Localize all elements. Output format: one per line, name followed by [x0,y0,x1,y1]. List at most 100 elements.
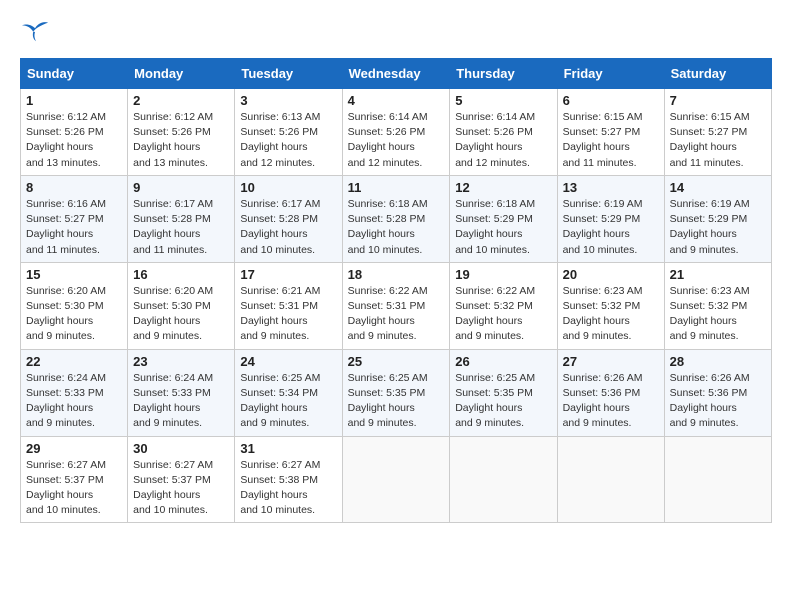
day-number: 14 [670,180,766,195]
day-number: 28 [670,354,766,369]
calendar-cell: 10 Sunrise: 6:17 AM Sunset: 5:28 PM Dayl… [235,175,342,262]
day-info: Sunrise: 6:12 AM Sunset: 5:26 PM Dayligh… [26,110,122,171]
day-number: 10 [240,180,336,195]
day-number: 8 [26,180,122,195]
calendar-cell: 9 Sunrise: 6:17 AM Sunset: 5:28 PM Dayli… [128,175,235,262]
day-info: Sunrise: 6:12 AM Sunset: 5:26 PM Dayligh… [133,110,229,171]
calendar-cell: 2 Sunrise: 6:12 AM Sunset: 5:26 PM Dayli… [128,89,235,176]
day-info: Sunrise: 6:19 AM Sunset: 5:29 PM Dayligh… [563,197,659,258]
day-info: Sunrise: 6:21 AM Sunset: 5:31 PM Dayligh… [240,284,336,345]
day-info: Sunrise: 6:24 AM Sunset: 5:33 PM Dayligh… [26,371,122,432]
calendar-header-sunday: Sunday [21,59,128,89]
calendar-week-row: 22 Sunrise: 6:24 AM Sunset: 5:33 PM Dayl… [21,349,772,436]
day-info: Sunrise: 6:17 AM Sunset: 5:28 PM Dayligh… [133,197,229,258]
day-info: Sunrise: 6:26 AM Sunset: 5:36 PM Dayligh… [670,371,766,432]
day-number: 6 [563,93,659,108]
day-number: 9 [133,180,229,195]
day-number: 25 [348,354,445,369]
calendar-cell: 13 Sunrise: 6:19 AM Sunset: 5:29 PM Dayl… [557,175,664,262]
day-number: 1 [26,93,122,108]
day-info: Sunrise: 6:27 AM Sunset: 5:37 PM Dayligh… [133,458,229,519]
day-number: 3 [240,93,336,108]
calendar-cell: 3 Sunrise: 6:13 AM Sunset: 5:26 PM Dayli… [235,89,342,176]
page-header [20,20,772,42]
day-info: Sunrise: 6:13 AM Sunset: 5:26 PM Dayligh… [240,110,336,171]
calendar-cell: 27 Sunrise: 6:26 AM Sunset: 5:36 PM Dayl… [557,349,664,436]
day-info: Sunrise: 6:22 AM Sunset: 5:31 PM Dayligh… [348,284,445,345]
day-info: Sunrise: 6:27 AM Sunset: 5:38 PM Dayligh… [240,458,336,519]
day-info: Sunrise: 6:16 AM Sunset: 5:27 PM Dayligh… [26,197,122,258]
day-number: 4 [348,93,445,108]
calendar-cell: 7 Sunrise: 6:15 AM Sunset: 5:27 PM Dayli… [664,89,771,176]
day-number: 24 [240,354,336,369]
calendar-week-row: 1 Sunrise: 6:12 AM Sunset: 5:26 PM Dayli… [21,89,772,176]
calendar-cell: 6 Sunrise: 6:15 AM Sunset: 5:27 PM Dayli… [557,89,664,176]
calendar-cell: 28 Sunrise: 6:26 AM Sunset: 5:36 PM Dayl… [664,349,771,436]
calendar-cell: 12 Sunrise: 6:18 AM Sunset: 5:29 PM Dayl… [450,175,557,262]
calendar-header-monday: Monday [128,59,235,89]
day-info: Sunrise: 6:23 AM Sunset: 5:32 PM Dayligh… [563,284,659,345]
day-info: Sunrise: 6:24 AM Sunset: 5:33 PM Dayligh… [133,371,229,432]
day-info: Sunrise: 6:27 AM Sunset: 5:37 PM Dayligh… [26,458,122,519]
day-number: 22 [26,354,122,369]
day-number: 15 [26,267,122,282]
day-info: Sunrise: 6:18 AM Sunset: 5:28 PM Dayligh… [348,197,445,258]
day-info: Sunrise: 6:23 AM Sunset: 5:32 PM Dayligh… [670,284,766,345]
day-number: 30 [133,441,229,456]
calendar-cell: 1 Sunrise: 6:12 AM Sunset: 5:26 PM Dayli… [21,89,128,176]
day-number: 7 [670,93,766,108]
day-number: 29 [26,441,122,456]
day-info: Sunrise: 6:25 AM Sunset: 5:35 PM Dayligh… [455,371,551,432]
calendar-cell: 14 Sunrise: 6:19 AM Sunset: 5:29 PM Dayl… [664,175,771,262]
day-number: 27 [563,354,659,369]
calendar-cell: 8 Sunrise: 6:16 AM Sunset: 5:27 PM Dayli… [21,175,128,262]
calendar-cell: 21 Sunrise: 6:23 AM Sunset: 5:32 PM Dayl… [664,262,771,349]
day-number: 31 [240,441,336,456]
calendar-header-thursday: Thursday [450,59,557,89]
day-number: 23 [133,354,229,369]
day-number: 18 [348,267,445,282]
day-info: Sunrise: 6:19 AM Sunset: 5:29 PM Dayligh… [670,197,766,258]
day-info: Sunrise: 6:22 AM Sunset: 5:32 PM Dayligh… [455,284,551,345]
calendar-body: 1 Sunrise: 6:12 AM Sunset: 5:26 PM Dayli… [21,89,772,523]
calendar-cell [450,436,557,523]
day-number: 21 [670,267,766,282]
calendar-header-tuesday: Tuesday [235,59,342,89]
calendar-cell: 22 Sunrise: 6:24 AM Sunset: 5:33 PM Dayl… [21,349,128,436]
day-number: 2 [133,93,229,108]
calendar-cell: 4 Sunrise: 6:14 AM Sunset: 5:26 PM Dayli… [342,89,450,176]
calendar-cell [557,436,664,523]
day-info: Sunrise: 6:15 AM Sunset: 5:27 PM Dayligh… [563,110,659,171]
calendar-week-row: 8 Sunrise: 6:16 AM Sunset: 5:27 PM Dayli… [21,175,772,262]
calendar-week-row: 15 Sunrise: 6:20 AM Sunset: 5:30 PM Dayl… [21,262,772,349]
calendar-cell: 19 Sunrise: 6:22 AM Sunset: 5:32 PM Dayl… [450,262,557,349]
day-number: 12 [455,180,551,195]
calendar-cell: 16 Sunrise: 6:20 AM Sunset: 5:30 PM Dayl… [128,262,235,349]
calendar-table: SundayMondayTuesdayWednesdayThursdayFrid… [20,58,772,523]
day-number: 11 [348,180,445,195]
day-number: 19 [455,267,551,282]
day-number: 13 [563,180,659,195]
calendar-cell: 26 Sunrise: 6:25 AM Sunset: 5:35 PM Dayl… [450,349,557,436]
day-info: Sunrise: 6:20 AM Sunset: 5:30 PM Dayligh… [26,284,122,345]
day-info: Sunrise: 6:17 AM Sunset: 5:28 PM Dayligh… [240,197,336,258]
day-number: 16 [133,267,229,282]
calendar-cell: 31 Sunrise: 6:27 AM Sunset: 5:38 PM Dayl… [235,436,342,523]
day-number: 5 [455,93,551,108]
day-info: Sunrise: 6:25 AM Sunset: 5:34 PM Dayligh… [240,371,336,432]
logo [20,20,50,42]
day-info: Sunrise: 6:26 AM Sunset: 5:36 PM Dayligh… [563,371,659,432]
calendar-header-saturday: Saturday [664,59,771,89]
calendar-cell: 17 Sunrise: 6:21 AM Sunset: 5:31 PM Dayl… [235,262,342,349]
calendar-cell [342,436,450,523]
calendar-cell: 11 Sunrise: 6:18 AM Sunset: 5:28 PM Dayl… [342,175,450,262]
logo-bird-icon [22,20,50,42]
calendar-cell: 25 Sunrise: 6:25 AM Sunset: 5:35 PM Dayl… [342,349,450,436]
calendar-cell: 30 Sunrise: 6:27 AM Sunset: 5:37 PM Dayl… [128,436,235,523]
calendar-header-row: SundayMondayTuesdayWednesdayThursdayFrid… [21,59,772,89]
calendar-cell: 24 Sunrise: 6:25 AM Sunset: 5:34 PM Dayl… [235,349,342,436]
calendar-cell: 18 Sunrise: 6:22 AM Sunset: 5:31 PM Dayl… [342,262,450,349]
day-number: 26 [455,354,551,369]
day-info: Sunrise: 6:14 AM Sunset: 5:26 PM Dayligh… [455,110,551,171]
calendar-header-friday: Friday [557,59,664,89]
